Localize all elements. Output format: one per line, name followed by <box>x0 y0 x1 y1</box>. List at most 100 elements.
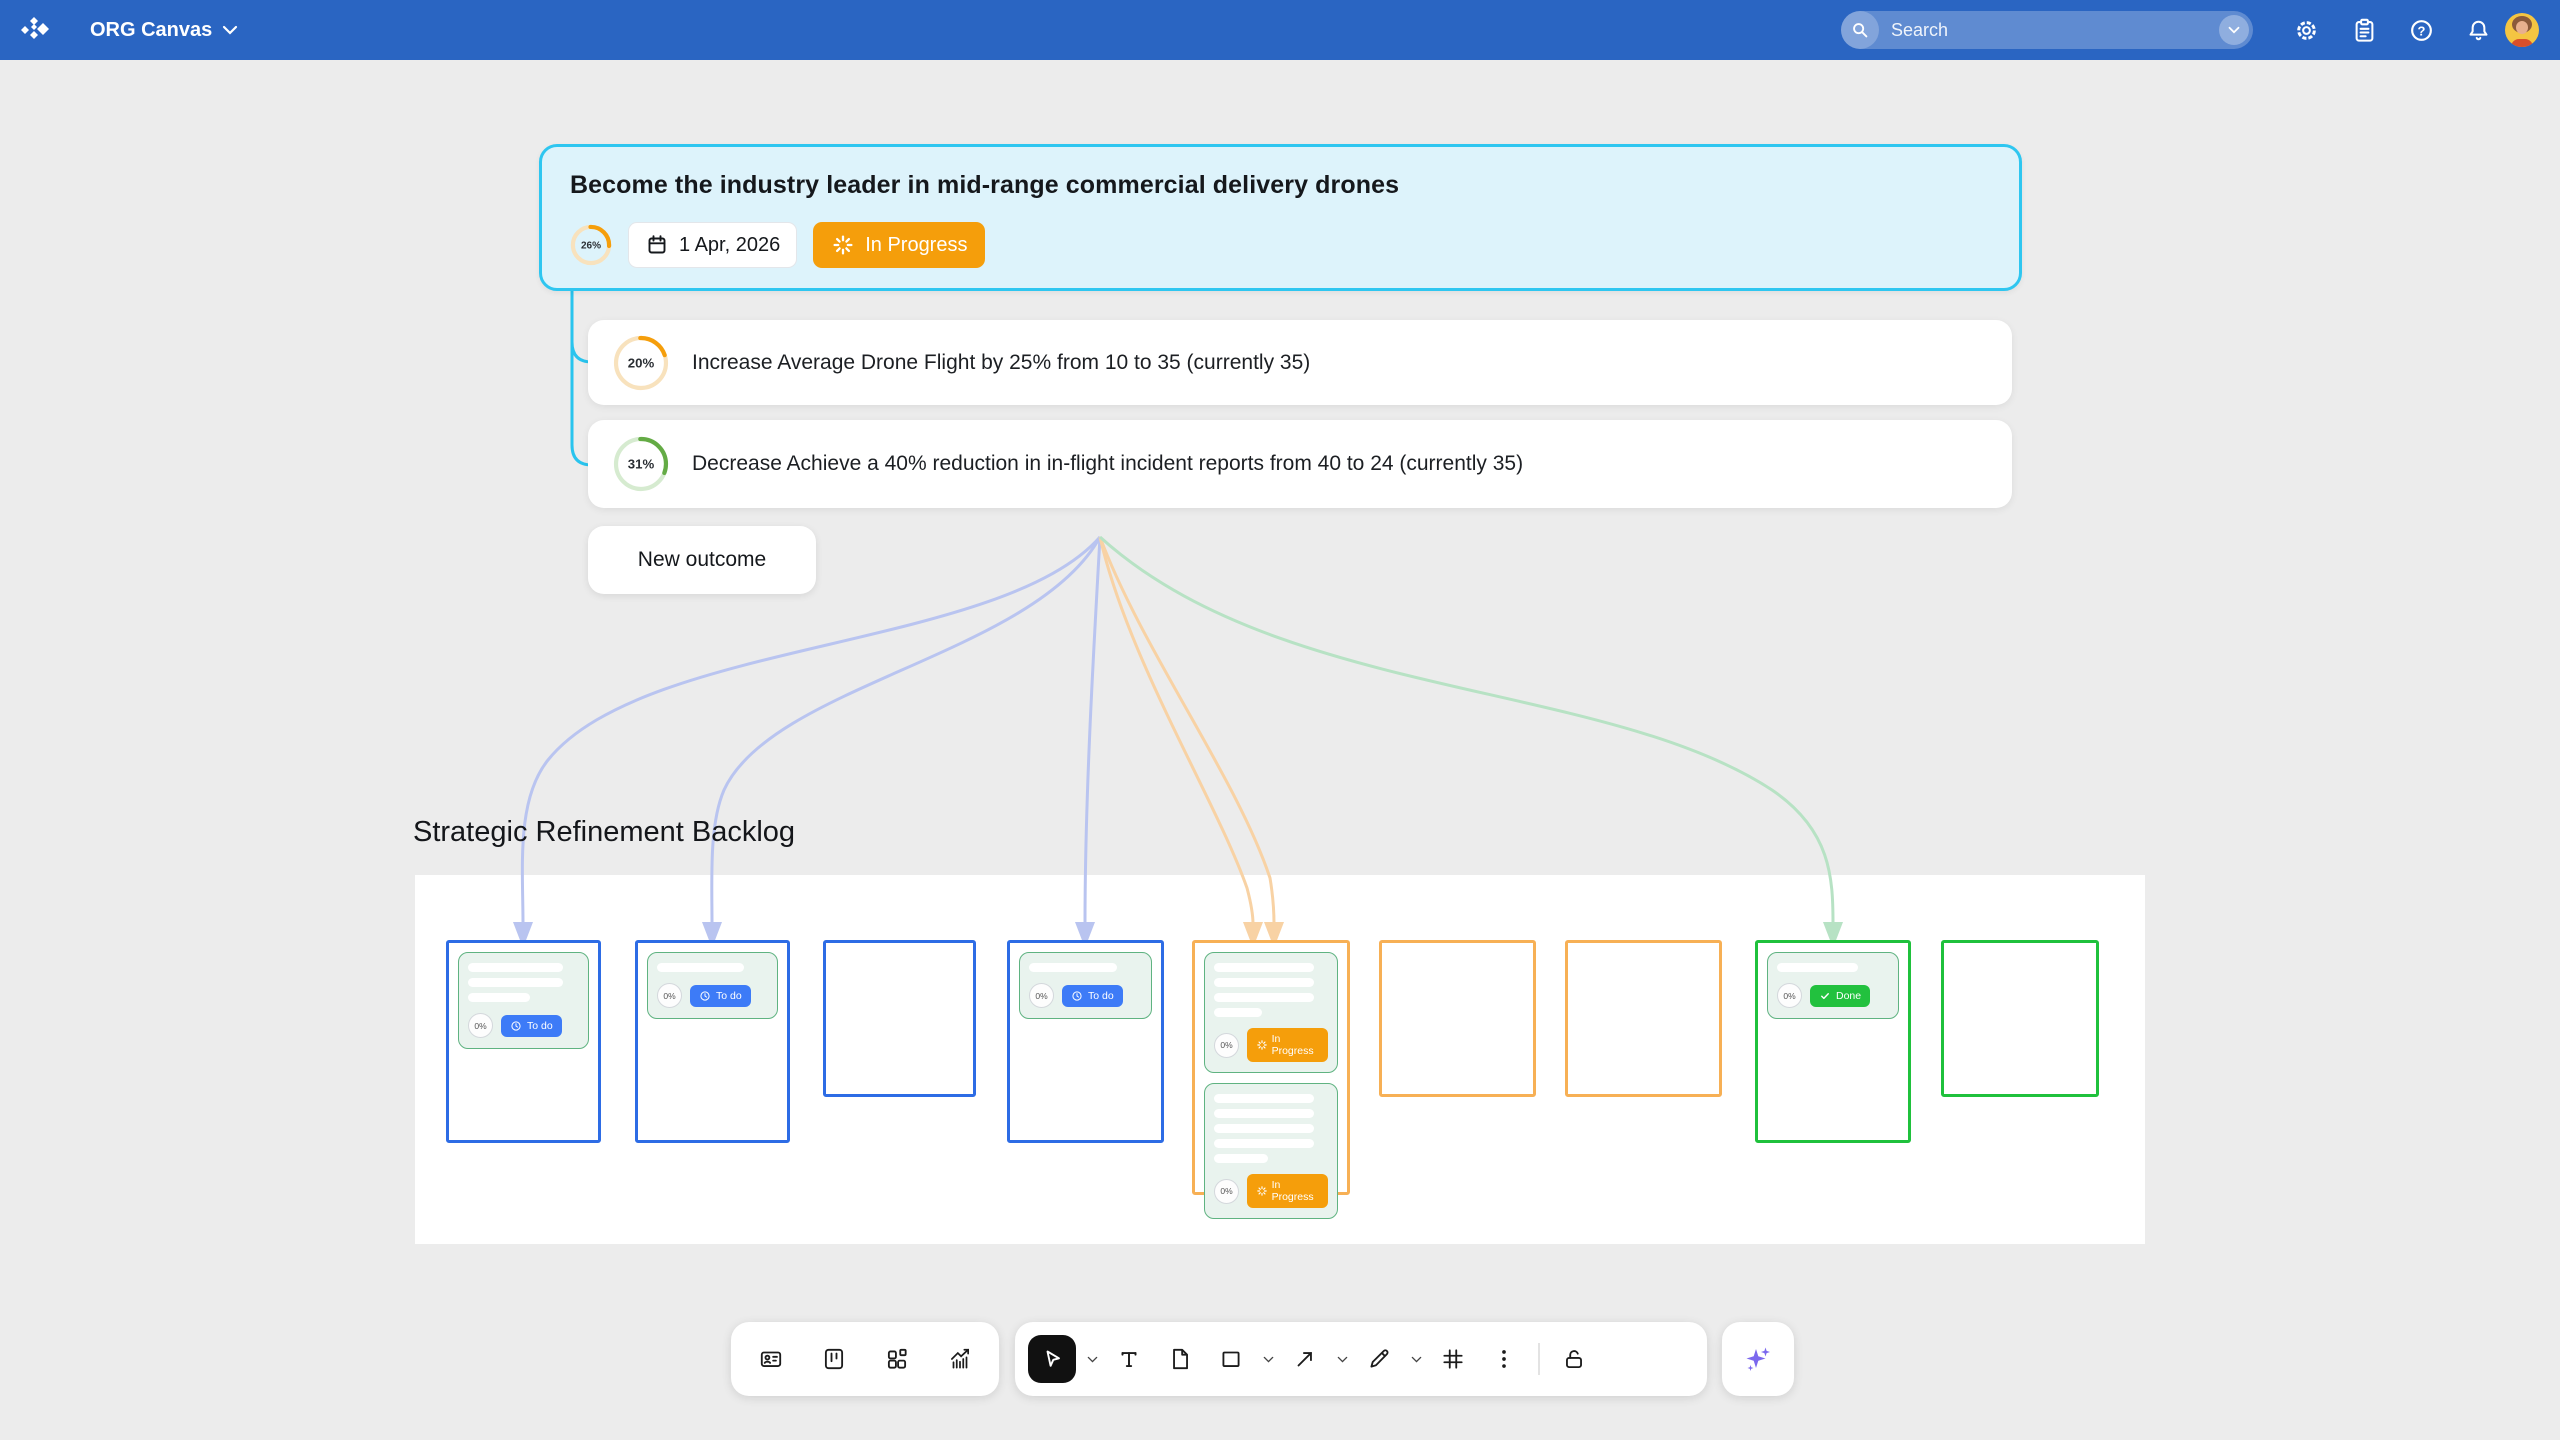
org-canvas-app: ORG Canvas ? <box>0 0 2560 1440</box>
clock-icon <box>510 1020 522 1032</box>
frame-grid-icon[interactable] <box>1432 1338 1474 1380</box>
help-icon[interactable]: ? <box>2408 17 2435 44</box>
outcome-2-text: Decrease Achieve a 40% reduction in in-f… <box>692 452 1523 476</box>
status-badge-todo[interactable]: To do <box>501 1015 562 1037</box>
objective-meta-row: 26% 1 Apr, 2026 In Progress <box>570 222 1991 268</box>
pen-options-chevron-icon[interactable] <box>1409 1356 1423 1363</box>
shape-options-chevron-icon[interactable] <box>1261 1356 1275 1363</box>
calendar-icon <box>645 233 669 257</box>
document-icon[interactable] <box>1159 1338 1201 1380</box>
status-badge-in-progress[interactable]: In Progress <box>1247 1028 1328 1062</box>
notifications-bell-icon[interactable] <box>2465 17 2492 44</box>
unlock-icon[interactable] <box>1553 1338 1595 1380</box>
item-footer: 0% To do <box>1029 983 1142 1008</box>
check-icon <box>1819 990 1831 1002</box>
objective-status-badge[interactable]: In Progress <box>813 222 985 268</box>
outcome-card-2[interactable]: 31% Decrease Achieve a 40% reduction in … <box>588 420 2012 508</box>
search-input[interactable] <box>1879 20 2219 41</box>
outcome-2-progress-ring: 31% <box>612 435 670 493</box>
new-outcome-label: New outcome <box>638 548 766 572</box>
pen-icon[interactable] <box>1358 1338 1400 1380</box>
placeholder-line <box>1214 1109 1314 1118</box>
item-footer: 0% To do <box>468 1013 579 1038</box>
svg-text:31%: 31% <box>628 457 655 472</box>
app-logo-icon[interactable] <box>16 12 52 48</box>
outcome-1-text: Increase Average Drone Flight by 25% fro… <box>692 351 1310 375</box>
item-footer: 0% In Progress <box>1214 1174 1328 1208</box>
backlog-item[interactable]: 0% To do <box>458 952 589 1049</box>
search-icon <box>1841 11 1879 49</box>
canvas-title-menu[interactable]: ORG Canvas <box>90 0 238 60</box>
ai-sparkles-icon[interactable] <box>1737 1338 1779 1380</box>
backlog-item[interactable]: 0% Done <box>1767 952 1899 1019</box>
id-card-icon[interactable] <box>750 1338 792 1380</box>
backlog-card-3[interactable] <box>823 940 976 1097</box>
more-options-icon[interactable] <box>1483 1338 1525 1380</box>
backlog-card-9[interactable] <box>1941 940 2099 1097</box>
status-label: In Progress <box>865 234 967 257</box>
objective-card[interactable]: Become the industry leader in mid-range … <box>539 144 2022 291</box>
status-badge-in-progress[interactable]: In Progress <box>1247 1174 1328 1208</box>
objective-due-date[interactable]: 1 Apr, 2026 <box>628 222 797 268</box>
backlog-item[interactable]: 0% To do <box>647 952 778 1019</box>
new-outcome-button[interactable]: New outcome <box>588 526 816 594</box>
placeholder-line <box>1214 978 1314 987</box>
svg-text:?: ? <box>2418 23 2426 38</box>
clock-icon <box>699 990 711 1002</box>
user-avatar[interactable] <box>2505 13 2539 47</box>
placeholder-line <box>1214 1094 1314 1103</box>
chevron-down-icon <box>222 25 238 35</box>
status-badge-todo[interactable]: To do <box>1062 985 1123 1007</box>
backlog-item[interactable]: 0% In Progress <box>1204 1083 1338 1219</box>
item-footer: 0% Done <box>1777 983 1889 1008</box>
item-progress-badge: 0% <box>657 983 682 1008</box>
canvas-title: ORG Canvas <box>90 19 212 42</box>
backlog-card-4[interactable]: 0% To do <box>1007 940 1164 1143</box>
status-badge-done[interactable]: Done <box>1810 985 1870 1007</box>
layout-blocks-icon[interactable] <box>876 1338 918 1380</box>
search-scope-dropdown[interactable] <box>2219 15 2249 45</box>
placeholder-line <box>1777 963 1858 972</box>
backlog-card-7[interactable] <box>1565 940 1722 1097</box>
status-badge-todo[interactable]: To do <box>690 985 751 1007</box>
in-progress-spinner-icon <box>1256 1039 1267 1051</box>
cursor-select-icon[interactable] <box>1028 1335 1076 1383</box>
text-tool-icon[interactable] <box>1108 1338 1150 1380</box>
shape-rectangle-icon[interactable] <box>1210 1338 1252 1380</box>
backlog-card-6[interactable] <box>1379 940 1536 1097</box>
backlog-item[interactable]: 0% In Progress <box>1204 952 1338 1073</box>
tasks-clipboard-icon[interactable] <box>2351 17 2378 44</box>
placeholder-line <box>1214 1124 1314 1133</box>
placeholder-line <box>657 963 744 972</box>
placeholder-line <box>1214 1139 1314 1148</box>
backlog-card-8[interactable]: 0% Done <box>1755 940 1911 1143</box>
svg-text:26%: 26% <box>581 241 601 252</box>
arrow-connector-icon[interactable] <box>1284 1338 1326 1380</box>
in-progress-spinner-icon <box>1256 1185 1267 1197</box>
kanban-board-icon[interactable] <box>813 1338 855 1380</box>
chart-stats-icon[interactable] <box>939 1338 981 1380</box>
toolbar-divider <box>1538 1343 1540 1375</box>
placeholder-line <box>468 963 563 972</box>
arrow-options-chevron-icon[interactable] <box>1335 1356 1349 1363</box>
backlog-card-5[interactable]: 0% In Progress 0% In Progress <box>1192 940 1350 1195</box>
top-navigation-bar: ORG Canvas ? <box>0 0 2560 60</box>
placeholder-line <box>468 978 563 987</box>
due-date-label: 1 Apr, 2026 <box>679 234 780 257</box>
backlog-card-1[interactable]: 0% To do <box>446 940 601 1143</box>
placeholder-line <box>468 993 530 1002</box>
outcome-card-1[interactable]: 20% Increase Average Drone Flight by 25%… <box>588 320 2012 405</box>
placeholder-line <box>1214 1008 1262 1017</box>
item-progress-badge: 0% <box>1214 1033 1239 1058</box>
search-bar[interactable] <box>1841 11 2253 49</box>
item-footer: 0% To do <box>657 983 768 1008</box>
placeholder-line <box>1214 1154 1268 1163</box>
avatar-face <box>2516 21 2528 34</box>
cursor-options-chevron-icon[interactable] <box>1085 1356 1099 1363</box>
item-progress-badge: 0% <box>1777 983 1802 1008</box>
backlog-item[interactable]: 0% To do <box>1019 952 1152 1019</box>
backlog-card-2[interactable]: 0% To do <box>635 940 790 1143</box>
item-footer: 0% In Progress <box>1214 1028 1328 1062</box>
settings-gear-icon[interactable] <box>2293 17 2320 44</box>
item-progress-badge: 0% <box>1029 983 1054 1008</box>
